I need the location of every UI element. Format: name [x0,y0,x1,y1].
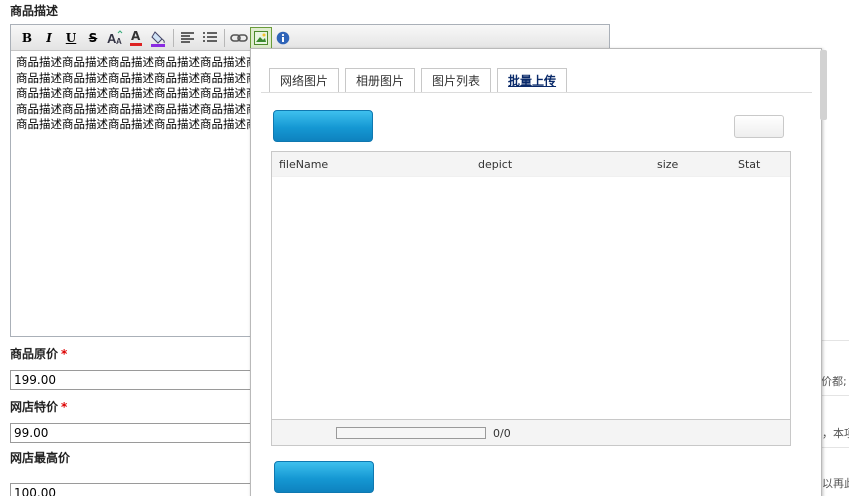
upload-count: 0/0 [493,427,511,440]
column-header: size [657,158,679,171]
font-size-icon: AA [107,29,123,46]
start-upload-button[interactable] [274,461,374,493]
select-files-button[interactable] [273,110,373,142]
image-icon [254,30,268,45]
underline-button[interactable]: U [60,27,82,49]
file-list-header: fileName depict size Stat [272,152,790,177]
upload-progress-bar [336,427,486,439]
max-price-label: 网店最高价 [10,451,71,465]
dialog-scrollbar[interactable] [820,50,827,120]
price-hint-text: 以再此 [822,477,849,490]
image-upload-dialog: 网络图片 相册图片 图片列表 批量上传 fileName depict size… [250,48,822,496]
bold-button[interactable]: B [16,27,38,49]
font-color-button[interactable]: A [126,27,148,49]
italic-button[interactable]: I [38,27,60,49]
dialog-tabs: 网络图片 相册图片 图片列表 批量上传 [269,68,573,92]
upload-file-list: fileName depict size Stat 0/0 [271,151,791,446]
align-left-icon [181,31,194,43]
tab-image-list[interactable]: 图片列表 [421,68,492,92]
tab-divider [261,92,812,93]
original-price-label: 商品原价 * [10,347,68,361]
strikethrough-button[interactable]: S [82,27,104,49]
list-button[interactable] [199,27,221,49]
image-upload-button[interactable] [250,26,272,49]
font-color-icon: A [129,29,145,47]
column-header: Stat [738,158,761,171]
description-label: 商品描述 [10,4,59,18]
info-icon [276,31,290,44]
tab-network-image[interactable]: 网络图片 [269,68,340,92]
toolbar-separator [173,28,174,47]
shop-price-label: 网店特价 * [10,400,68,414]
toolbar-separator [224,28,225,47]
tab-batch-upload[interactable]: 批量上传 [497,68,568,92]
font-size-button[interactable]: AA [104,27,126,49]
column-header: depict [478,158,513,171]
highlight-color-button[interactable] [148,27,170,49]
list-icon [203,31,217,42]
svg-text:A: A [116,37,122,46]
price-hint-text: ，本项 [822,427,849,440]
options-button[interactable] [734,115,784,138]
column-header: fileName [279,158,329,171]
price-hint-text: 价都; [821,375,847,388]
link-icon [230,33,248,42]
align-button[interactable] [177,27,199,49]
required-mark: * [61,347,68,361]
required-mark: * [61,400,68,414]
tab-album-image[interactable]: 相册图片 [345,68,416,92]
link-button[interactable] [228,27,250,49]
about-button[interactable] [272,27,294,49]
paint-bucket-icon [151,30,165,47]
upload-status-bar: 0/0 [272,419,790,445]
